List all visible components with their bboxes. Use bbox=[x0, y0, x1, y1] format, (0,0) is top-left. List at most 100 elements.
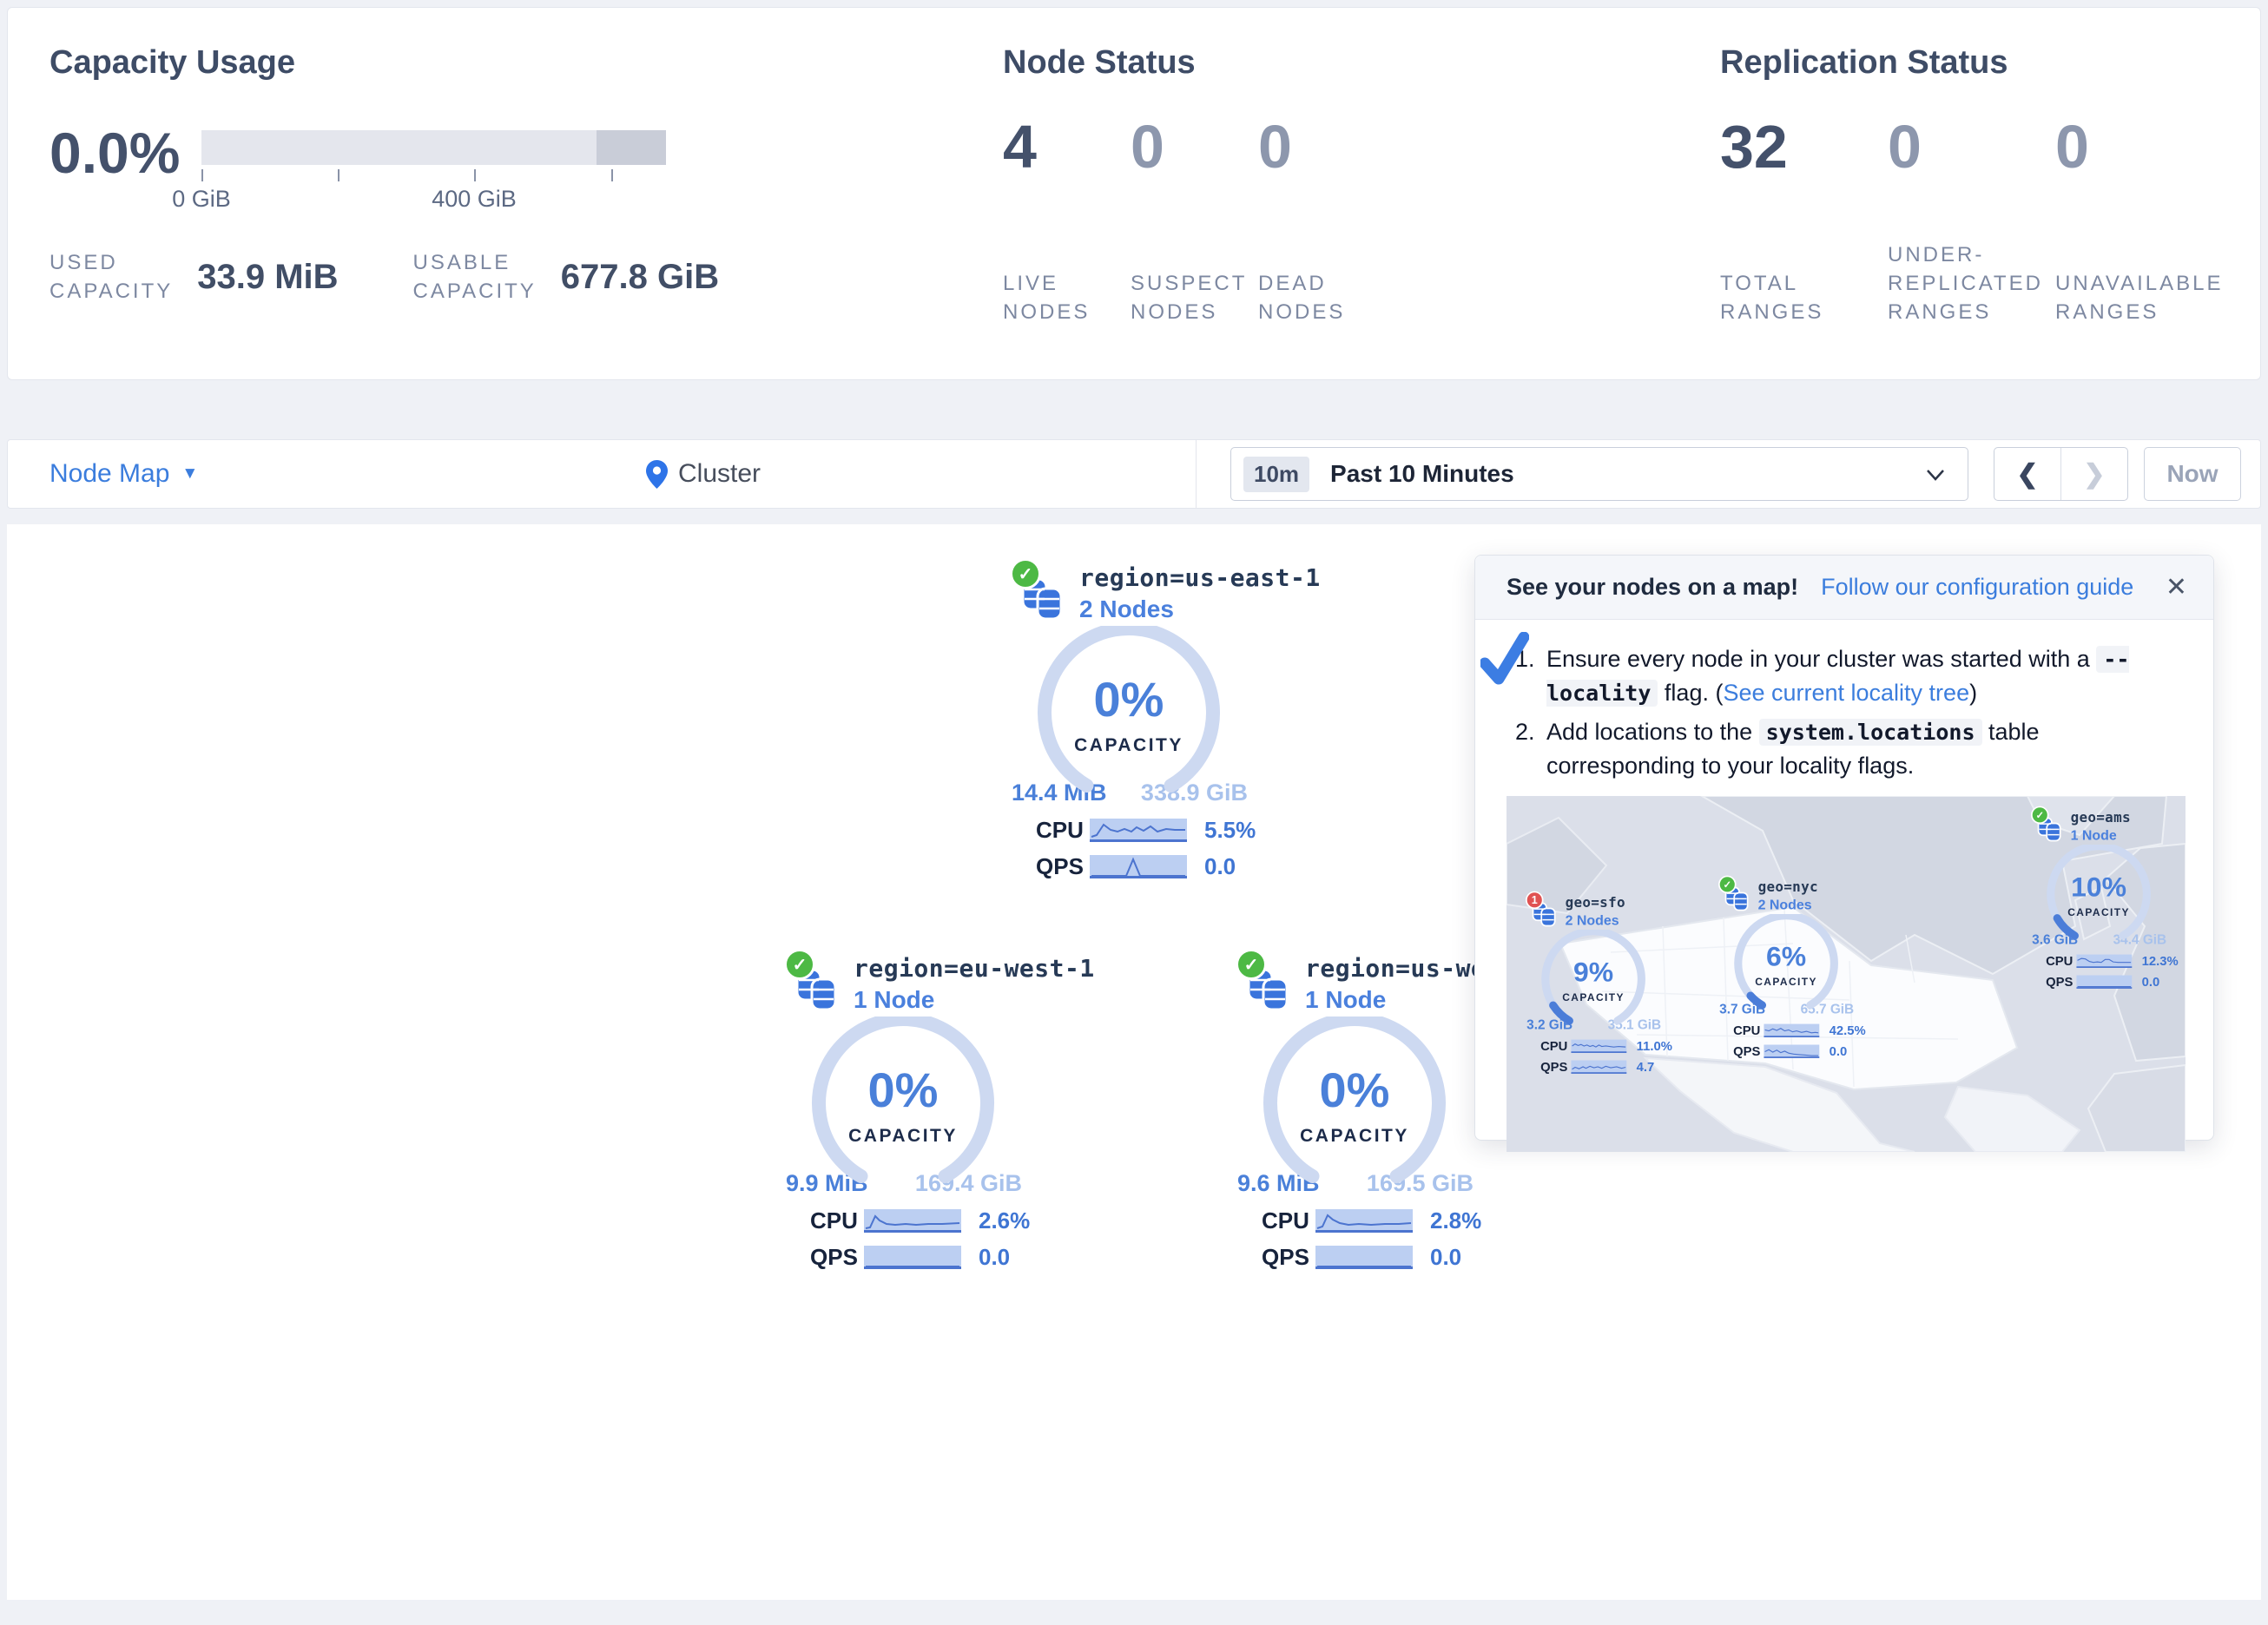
qps-sparkline bbox=[1571, 1060, 1626, 1073]
locality-name: geo=nyc bbox=[1758, 878, 1882, 895]
capacity-gauge: 6% CAPACITY bbox=[1730, 914, 1843, 1016]
locality-us-east-1[interactable]: ✓ region=us-east-1 2 Nodes bbox=[1010, 563, 1296, 879]
cpu-sparkline bbox=[864, 1209, 961, 1233]
dead-nodes-metric: 0 DEAD NODES bbox=[1258, 113, 1386, 326]
config-step-1: 1. Ensure every node in your cluster was… bbox=[1515, 642, 2187, 710]
view-selector-label: Node Map bbox=[49, 459, 169, 489]
example-map-illustration: 1 geo=sfo 2 Nodes bbox=[1507, 796, 2186, 1152]
qps-sparkline bbox=[2076, 975, 2132, 988]
configuration-guide-link[interactable]: Follow our configuration guide bbox=[1821, 574, 2133, 601]
locality-node-count: 1 Node bbox=[2071, 827, 2186, 843]
map-node-geo-sfo: 1 geo=sfo 2 Nodes bbox=[1526, 894, 1689, 1074]
qps-value: 0.0 bbox=[2142, 974, 2160, 990]
capacity-gauge: 9% CAPACITY bbox=[1537, 930, 1651, 1031]
view-selector-dropdown[interactable]: Node Map ▼ bbox=[49, 440, 198, 508]
qps-label: QPS bbox=[810, 1244, 864, 1271]
time-next-button[interactable]: ❯ bbox=[2061, 448, 2127, 500]
live-nodes-metric: 4 LIVE NODES bbox=[1003, 113, 1131, 326]
caret-down-icon: ▼ bbox=[181, 464, 198, 484]
gauge-capacity-label: CAPACITY bbox=[1029, 735, 1229, 756]
status-ok-icon: ✓ bbox=[1236, 949, 1267, 980]
axis-label-0gib: 0 GiB bbox=[172, 186, 231, 213]
locality-node-count: 2 Nodes bbox=[1758, 897, 1882, 912]
replication-status-section: Replication Status 32 TOTAL RANGES 0 UND… bbox=[1720, 44, 2223, 326]
time-range-dropdown[interactable]: 10m Past 10 Minutes bbox=[1230, 447, 1968, 501]
unavailable-ranges-metric: 0 UNAVAILABLE RANGES bbox=[2055, 113, 2223, 326]
cpu-label: CPU bbox=[1540, 1038, 1571, 1054]
status-error-icon: 1 bbox=[1526, 891, 1544, 910]
under-replicated-ranges-metric: 0 UNDER- REPLICATED RANGES bbox=[1888, 113, 2055, 326]
qps-value: 0.0 bbox=[1204, 853, 1236, 880]
gauge-percent: 0% bbox=[803, 1062, 1003, 1118]
capacity-gauge: 10% CAPACITY bbox=[2042, 845, 2156, 946]
map-node-geo-nyc: ✓ geo=nyc 2 Nodes bbox=[1718, 878, 1882, 1058]
gauge-percent: 10% bbox=[2042, 871, 2156, 903]
capacity-bar-track bbox=[201, 130, 666, 165]
status-ok-icon: ✓ bbox=[1010, 558, 1041, 589]
cpu-label: CPU bbox=[1262, 1207, 1315, 1234]
qps-value: 0.0 bbox=[1430, 1244, 1461, 1271]
capacity-bar-chart: 0 GiB 400 GiB bbox=[201, 130, 666, 212]
qps-label: QPS bbox=[1036, 853, 1090, 880]
close-icon[interactable]: ✕ bbox=[2166, 575, 2187, 601]
status-ok-icon: ✓ bbox=[2031, 806, 2049, 825]
locality-name: region=eu-west-1 bbox=[854, 954, 1071, 983]
capacity-usage-title: Capacity Usage bbox=[49, 44, 719, 82]
map-pin-icon bbox=[646, 460, 668, 489]
used-capacity-value: 33.9 MiB bbox=[197, 258, 338, 297]
locality-eu-west-1[interactable]: ✓ region=eu-west-1 1 Node bbox=[784, 954, 1071, 1270]
cpu-label: CPU bbox=[2046, 953, 2076, 969]
capacity-percent: 0.0% bbox=[49, 125, 201, 181]
capacity-gauge: 0% CAPACITY bbox=[1029, 626, 1229, 804]
gauge-capacity-label: CAPACITY bbox=[2042, 907, 2156, 919]
node-status-title: Node Status bbox=[1003, 44, 1386, 82]
locality-node-count: 1 Node bbox=[854, 986, 1071, 1014]
time-step-buttons: ❮ ❯ bbox=[1994, 447, 2128, 501]
usable-capacity-label: USABLE CAPACITY bbox=[413, 248, 537, 306]
capacity-usage-section: Capacity Usage 0.0% 0 GiB 400 Gi bbox=[49, 44, 719, 306]
time-range-badge: 10m bbox=[1243, 457, 1309, 492]
status-ok-icon: ✓ bbox=[1718, 876, 1737, 894]
cluster-summary-panel: Capacity Usage 0.0% 0 GiB 400 Gi bbox=[7, 7, 2261, 380]
time-prev-button[interactable]: ❮ bbox=[1994, 448, 2061, 500]
locality-tree-link[interactable]: See current locality tree bbox=[1723, 680, 1969, 706]
chevron-down-icon bbox=[1926, 469, 1945, 481]
gauge-percent: 9% bbox=[1537, 956, 1651, 988]
node-map-page: Capacity Usage 0.0% 0 GiB 400 Gi bbox=[0, 0, 2268, 1625]
popup-title: See your nodes on a map! bbox=[1507, 574, 1798, 601]
locality-node-count: 2 Nodes bbox=[1566, 912, 1690, 928]
qps-value: 4.7 bbox=[1637, 1059, 1655, 1075]
cpu-label: CPU bbox=[1036, 817, 1090, 844]
cpu-label: CPU bbox=[810, 1207, 864, 1234]
popup-header: See your nodes on a map! Follow our conf… bbox=[1475, 556, 2213, 620]
status-ok-icon: ✓ bbox=[784, 949, 815, 980]
cpu-value: 11.0% bbox=[1637, 1038, 1672, 1054]
map-node-geo-ams: ✓ geo=ams 1 Node bbox=[2031, 809, 2186, 989]
capacity-axis-ticks bbox=[201, 165, 666, 182]
qps-sparkline bbox=[864, 1246, 961, 1269]
node-status-section: Node Status 4 LIVE NODES 0 SUSPECT NODES bbox=[1003, 44, 1386, 326]
node-map-canvas: ✓ region=us-east-1 2 Nodes bbox=[7, 524, 2261, 1600]
gauge-capacity-label: CAPACITY bbox=[1730, 977, 1843, 989]
qps-label: QPS bbox=[1540, 1059, 1571, 1075]
locality-name: geo=sfo bbox=[1566, 894, 1690, 911]
capacity-bar-reserved-segment bbox=[597, 130, 666, 165]
gauge-percent: 0% bbox=[1255, 1062, 1454, 1118]
cpu-value: 2.8% bbox=[1430, 1207, 1481, 1234]
cpu-sparkline bbox=[1571, 1039, 1626, 1052]
system-locations-code: system.locations bbox=[1759, 719, 1982, 746]
gauge-capacity-label: CAPACITY bbox=[803, 1126, 1003, 1147]
now-button[interactable]: Now bbox=[2144, 447, 2241, 501]
suspect-nodes-metric: 0 SUSPECT NODES bbox=[1131, 113, 1258, 326]
cpu-label: CPU bbox=[1733, 1023, 1764, 1038]
gauge-capacity-label: CAPACITY bbox=[1255, 1126, 1454, 1147]
cpu-value: 42.5% bbox=[1830, 1023, 1866, 1038]
total-ranges-metric: 32 TOTAL RANGES bbox=[1720, 113, 1888, 326]
gauge-capacity-label: CAPACITY bbox=[1537, 992, 1651, 1004]
breadcrumb[interactable]: Cluster bbox=[646, 440, 761, 508]
node-map-config-popup: See your nodes on a map! Follow our conf… bbox=[1474, 555, 2214, 1141]
capacity-gauge: 0% CAPACITY bbox=[803, 1016, 1003, 1194]
cpu-sparkline bbox=[2076, 954, 2132, 967]
qps-value: 0.0 bbox=[979, 1244, 1010, 1271]
qps-sparkline bbox=[1764, 1044, 1819, 1057]
